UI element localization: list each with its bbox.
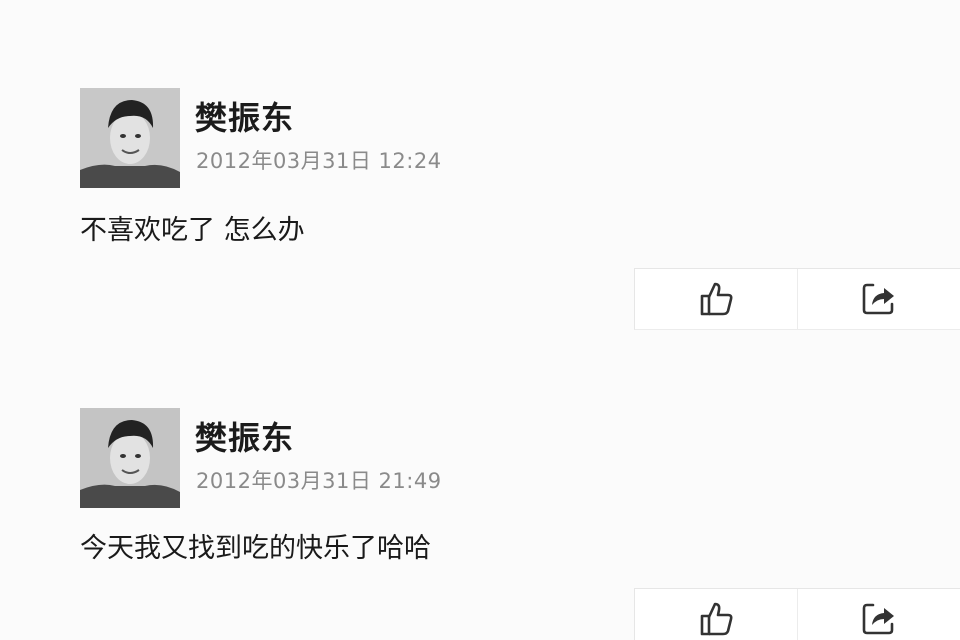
share-button[interactable]: [797, 589, 960, 640]
post-timestamp: 2012年03月31日 12:24: [196, 149, 442, 173]
avatar[interactable]: [80, 88, 180, 188]
post-item: 樊振东 2012年03月31日 21:49 今天我又找到吃的快乐了哈哈: [0, 320, 960, 640]
share-icon: [862, 283, 894, 315]
avatar[interactable]: [80, 408, 180, 508]
post-item: 樊振东 2012年03月31日 12:24 不喜欢吃了 怎么办: [0, 0, 960, 340]
thumbs-up-icon: [700, 282, 733, 316]
share-icon: [862, 603, 894, 635]
author-name[interactable]: 樊振东: [195, 100, 294, 136]
avatar-photo: [80, 88, 180, 188]
post-action-bar: [634, 588, 960, 640]
post-content: 今天我又找到吃的快乐了哈哈: [80, 533, 431, 564]
like-button[interactable]: [635, 589, 797, 640]
author-name[interactable]: 樊振东: [195, 420, 294, 456]
thumbs-up-icon: [700, 602, 733, 636]
avatar-photo: [80, 408, 180, 508]
post-timestamp: 2012年03月31日 21:49: [196, 469, 442, 493]
post-content: 不喜欢吃了 怎么办: [80, 215, 305, 246]
